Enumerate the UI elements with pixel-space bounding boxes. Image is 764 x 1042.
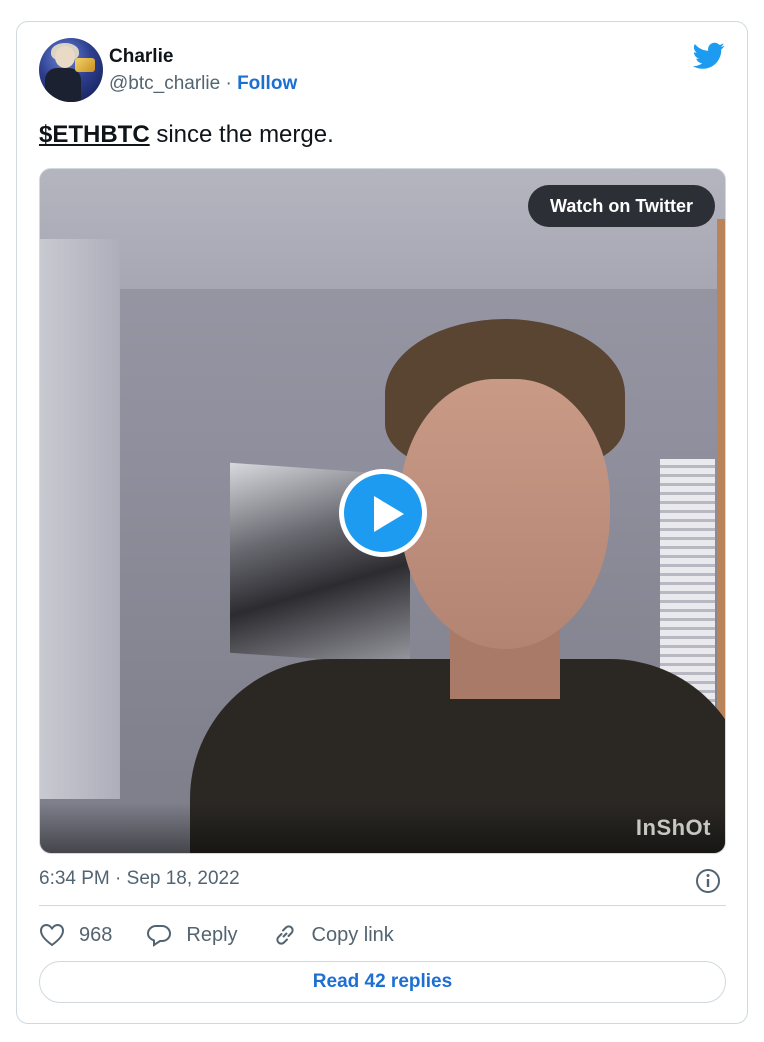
divider xyxy=(39,905,726,906)
reply-button[interactable]: Reply xyxy=(146,923,238,947)
video-watermark: InShOt xyxy=(635,815,711,840)
heart-icon xyxy=(39,923,65,947)
like-button[interactable]: 968 xyxy=(39,923,112,947)
video-person-face xyxy=(400,379,610,649)
twitter-bird-icon[interactable] xyxy=(693,42,725,70)
author-name[interactable]: Charlie xyxy=(109,46,173,68)
author-handle-row: @btc_charlie · Follow xyxy=(109,73,297,95)
watch-on-twitter-button[interactable]: Watch on Twitter xyxy=(528,185,715,227)
tweet-text: $ETHBTC since the merge. xyxy=(39,121,334,149)
link-icon xyxy=(275,925,294,945)
tweet-timestamp[interactable]: 6:34 PM · Sep 18, 2022 xyxy=(39,868,240,890)
play-icon xyxy=(374,496,404,532)
copy-link-label: Copy link xyxy=(311,923,394,946)
play-button[interactable] xyxy=(339,469,427,557)
read-replies-button[interactable]: Read 42 replies xyxy=(39,961,726,1003)
author-handle[interactable]: @btc_charlie xyxy=(109,73,220,94)
tweet-embed-card: Charlie @btc_charlie · Follow $ETHBTC si… xyxy=(16,21,748,1024)
copy-link-button[interactable]: Copy link xyxy=(272,923,394,947)
video-scene-wall xyxy=(40,239,120,799)
follow-button[interactable]: Follow xyxy=(237,73,297,94)
reply-label: Reply xyxy=(186,923,238,946)
avatar-gold-bar xyxy=(75,58,95,72)
info-icon[interactable] xyxy=(695,868,721,894)
video-player[interactable]: InShOt Watch on Twitter xyxy=(39,168,726,854)
avatar-body xyxy=(45,68,81,102)
video-bottom-shade xyxy=(40,803,725,853)
cashtag-link[interactable]: $ETHBTC xyxy=(39,121,150,148)
tweet-text-body: since the merge. xyxy=(149,121,334,148)
avatar-head xyxy=(55,46,75,68)
tweet-actions: 968 Reply Copy link xyxy=(39,920,428,950)
avatar[interactable] xyxy=(39,38,103,102)
video-scene-door xyxy=(717,219,725,779)
like-count: 968 xyxy=(79,923,113,946)
handle-separator: · xyxy=(225,73,232,94)
reply-bubble-icon xyxy=(147,925,172,947)
